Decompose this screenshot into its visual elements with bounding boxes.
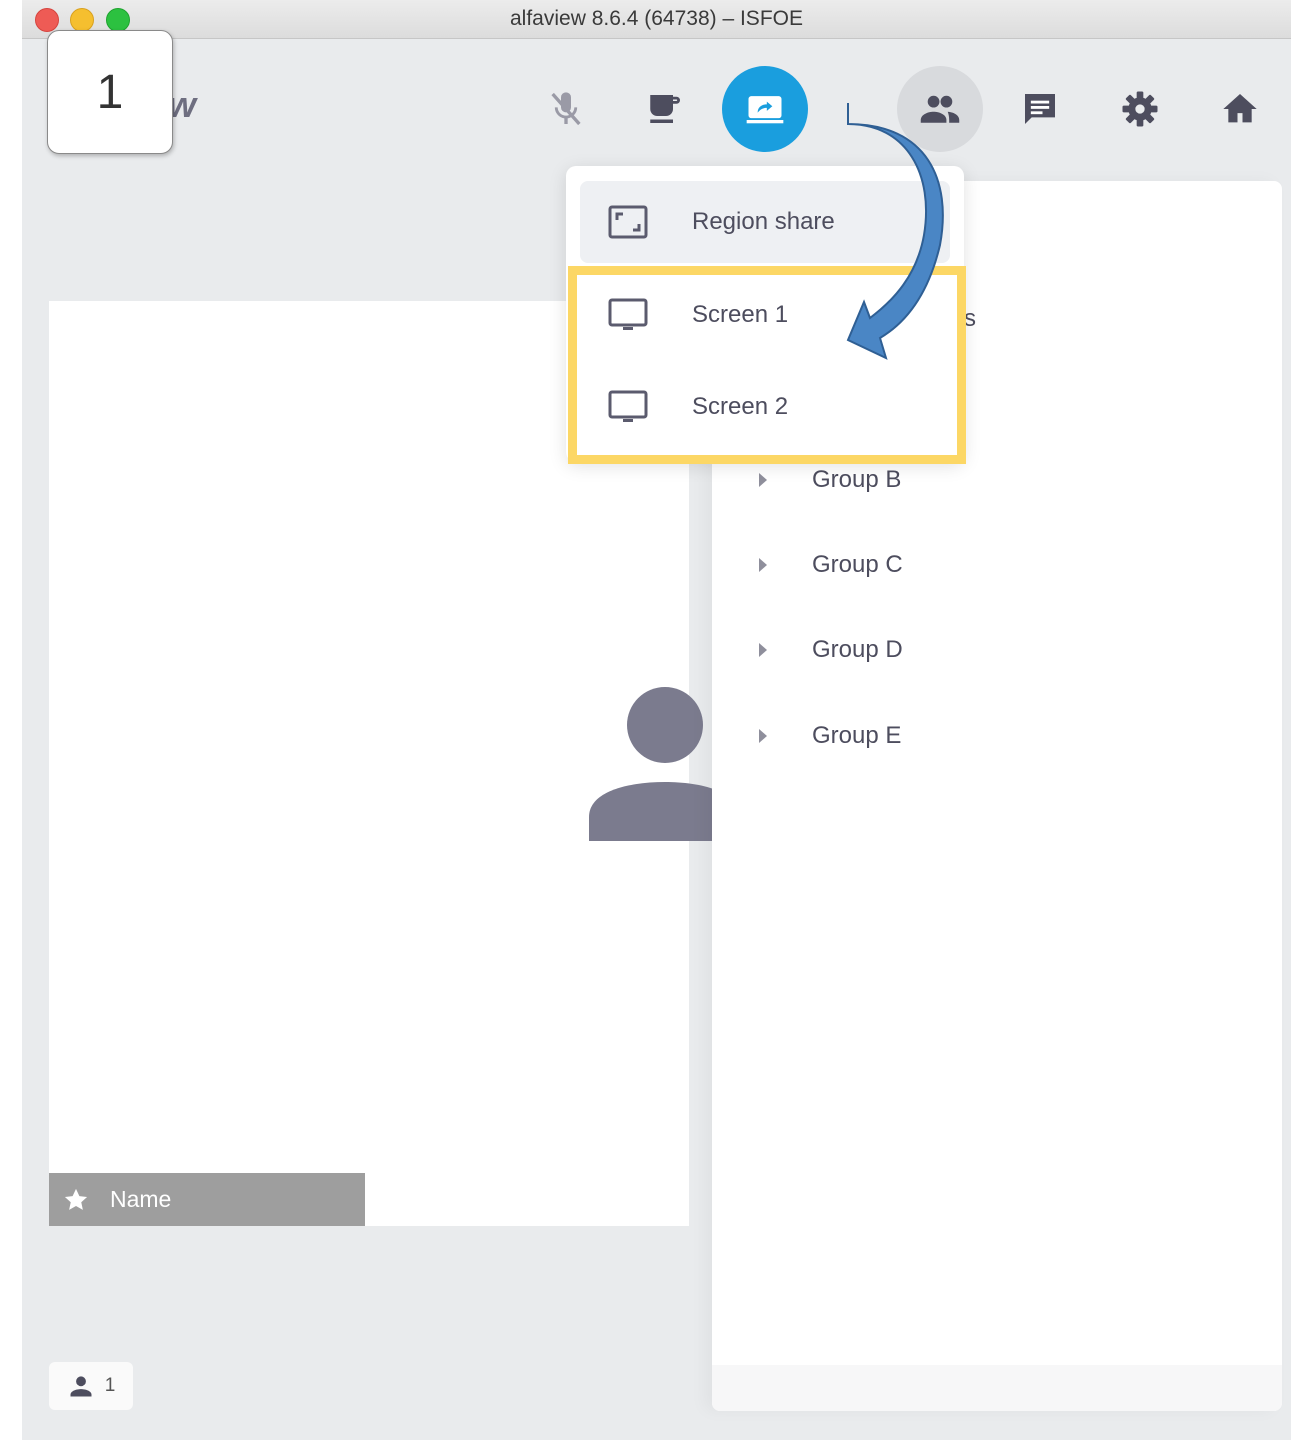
chat-button[interactable] bbox=[997, 66, 1083, 152]
menu-item-screen-1[interactable]: Screen 1 bbox=[580, 274, 950, 356]
window-title: alfaview 8.6.4 (64738) – ISFOE bbox=[510, 7, 803, 30]
participant-count-chip[interactable]: 1 bbox=[49, 1362, 133, 1410]
group-row-d[interactable]: Group D bbox=[756, 630, 903, 670]
group-row-b[interactable]: Group B bbox=[756, 460, 901, 500]
group-row-e[interactable]: Group E bbox=[756, 716, 901, 756]
person-icon bbox=[70, 1376, 92, 1397]
caret-right-icon bbox=[756, 471, 774, 489]
star-icon[interactable] bbox=[62, 1186, 90, 1214]
monitor-icon bbox=[608, 298, 648, 332]
chat-icon bbox=[1025, 94, 1055, 124]
participant-name-bar: Name bbox=[49, 1173, 365, 1226]
app-window: alfaview 8.6.4 (64738) – ISFOE w 1 Name … bbox=[22, 0, 1291, 1440]
menu-item-label: Region share bbox=[692, 208, 835, 235]
group-label: Group D bbox=[812, 636, 903, 663]
menu-item-region-share[interactable]: Region share bbox=[580, 181, 950, 263]
participants-button[interactable] bbox=[897, 66, 983, 152]
screen-share-button[interactable] bbox=[722, 66, 808, 152]
people-icon bbox=[920, 95, 960, 123]
screen-share-icon bbox=[746, 96, 784, 124]
region-icon bbox=[608, 205, 648, 239]
mic-off-icon bbox=[551, 92, 581, 126]
home-icon bbox=[1223, 94, 1257, 123]
participant-name: Name bbox=[110, 1186, 172, 1212]
group-label: Group E bbox=[812, 722, 902, 749]
mute-microphone-button[interactable] bbox=[523, 66, 609, 152]
group-label: Group C bbox=[812, 551, 903, 578]
group-label: Group B bbox=[812, 466, 902, 493]
caret-right-icon bbox=[756, 727, 774, 745]
group-row-c[interactable]: Group C bbox=[756, 545, 903, 585]
participant-count: 1 bbox=[104, 1375, 116, 1396]
panel-footer bbox=[712, 1365, 1282, 1411]
gear-icon bbox=[1122, 91, 1158, 127]
caret-right-icon bbox=[756, 556, 774, 574]
menu-item-label: Screen 1 bbox=[692, 301, 789, 328]
coffee-icon bbox=[650, 95, 680, 123]
menu-item-screen-2[interactable]: Screen 2 bbox=[580, 366, 950, 448]
settings-button[interactable] bbox=[1097, 66, 1183, 152]
coffee-break-button[interactable] bbox=[623, 66, 709, 152]
title-bar: alfaview 8.6.4 (64738) – ISFOE bbox=[22, 0, 1291, 39]
screen-share-menu: Region share Screen 1 Screen 2 bbox=[566, 166, 964, 462]
home-button[interactable] bbox=[1197, 66, 1283, 152]
monitor-icon bbox=[608, 390, 648, 424]
menu-item-label: Screen 2 bbox=[692, 393, 789, 420]
step-badge: 1 bbox=[47, 30, 173, 154]
caret-right-icon bbox=[756, 641, 774, 659]
clipped-panel-text: s bbox=[964, 305, 976, 332]
